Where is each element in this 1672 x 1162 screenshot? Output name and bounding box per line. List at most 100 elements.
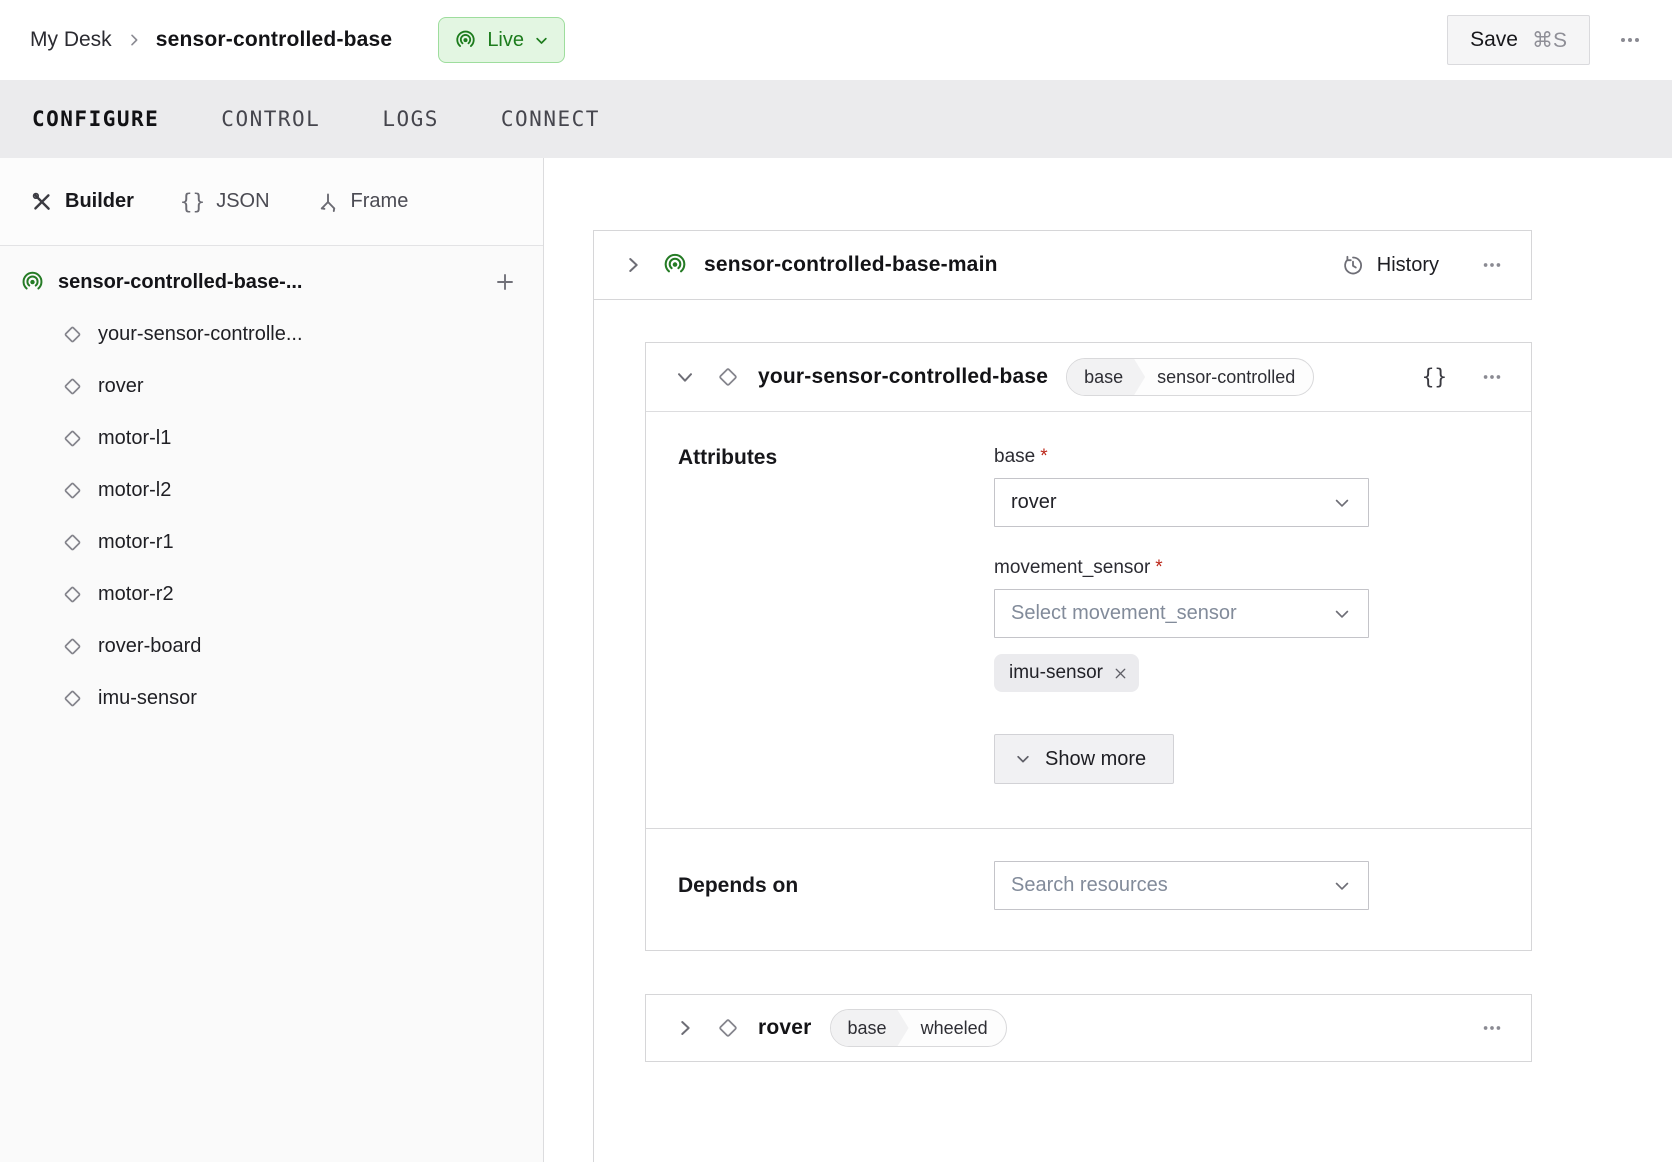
nesting-guide-line — [593, 299, 594, 1162]
tree-root-machine-part[interactable]: sensor-controlled-base-... — [20, 256, 517, 308]
resource-tree: sensor-controlled-base-... your-sensor-c… — [0, 246, 543, 724]
component-diamond-icon — [60, 686, 85, 711]
header-overflow-menu-icon[interactable] — [1618, 28, 1642, 52]
tree-item-label: rover — [98, 375, 144, 398]
mode-frame[interactable]: Frame — [316, 190, 409, 214]
part-card-title: sensor-controlled-base-main — [704, 253, 998, 277]
tree-item-imu-sensor[interactable]: imu-sensor — [20, 672, 517, 724]
component-type-badge: base sensor-controlled — [1066, 358, 1314, 396]
field-movement-sensor-label: movement_sensor* — [994, 557, 1369, 579]
tab-connect[interactable]: CONNECT — [501, 107, 600, 131]
base-select[interactable]: rover — [994, 478, 1369, 527]
component-card-header: your-sensor-controlled-base base sensor-… — [646, 343, 1531, 412]
mode-json[interactable]: {} JSON — [180, 190, 270, 214]
tab-configure[interactable]: CONFIGURE — [32, 107, 159, 131]
attributes-heading: Attributes — [678, 446, 994, 784]
live-status-dropdown[interactable]: Live — [438, 17, 565, 63]
badge-type: base — [831, 1010, 909, 1046]
history-button[interactable]: History — [1341, 253, 1439, 277]
component-card-your-sensor-controlled-base: your-sensor-controlled-base base sensor-… — [645, 342, 1532, 951]
tree-item-label: motor-r1 — [98, 531, 174, 554]
save-button-label: Save — [1470, 28, 1518, 52]
movement-sensor-select[interactable]: Select movement_sensor — [994, 589, 1369, 638]
breadcrumb: My Desk sensor-controlled-base — [30, 28, 392, 52]
save-button[interactable]: Save ⌘S — [1447, 15, 1590, 65]
mode-builder-label: Builder — [65, 190, 134, 213]
movement-sensor-placeholder: Select movement_sensor — [1011, 602, 1237, 625]
chevron-down-icon — [1014, 750, 1032, 768]
component-diamond-icon — [714, 363, 742, 391]
chip-remove-icon[interactable] — [1112, 665, 1129, 682]
tab-control[interactable]: CONTROL — [221, 107, 320, 131]
show-more-label: Show more — [1045, 748, 1146, 771]
tree-item-rover-board[interactable]: rover-board — [20, 620, 517, 672]
depends-on-section: Depends on Search resources — [646, 828, 1531, 950]
chevron-down-icon — [1332, 604, 1352, 624]
show-more-button[interactable]: Show more — [994, 734, 1174, 784]
view-mode-bar: Builder {} JSON Frame — [0, 158, 543, 246]
depends-on-heading: Depends on — [678, 874, 994, 898]
depends-on-select[interactable]: Search resources — [994, 861, 1369, 910]
tree-item-your-sensor-controlled[interactable]: your-sensor-controlle... — [20, 308, 517, 360]
expand-chevron-right-icon[interactable] — [622, 254, 644, 276]
chevron-down-icon — [1332, 493, 1352, 513]
component-card-menu-icon[interactable] — [1481, 366, 1503, 388]
tree-item-motor-r2[interactable]: motor-r2 — [20, 568, 517, 620]
component-diamond-icon — [60, 478, 85, 503]
history-label: History — [1377, 254, 1439, 277]
mode-json-label: JSON — [216, 190, 269, 213]
online-broadcast-icon — [454, 29, 477, 52]
depends-on-placeholder: Search resources — [1011, 874, 1168, 897]
component-card-title: your-sensor-controlled-base — [758, 365, 1048, 389]
chevron-down-icon — [534, 33, 549, 48]
tree-root-label: sensor-controlled-base-... — [58, 271, 303, 294]
rover-card-menu-icon[interactable] — [1481, 1017, 1503, 1039]
breadcrumb-parent-link[interactable]: My Desk — [30, 28, 112, 52]
collapse-chevron-down-icon[interactable] — [674, 366, 696, 388]
component-type-badge: base wheeled — [830, 1009, 1007, 1047]
tree-item-label: rover-board — [98, 635, 201, 658]
badge-model: sensor-controlled — [1145, 359, 1313, 395]
tree-item-label: motor-l1 — [98, 427, 171, 450]
builder-tools-icon — [30, 190, 54, 214]
field-base: base* rover — [994, 446, 1369, 527]
badge-type: base — [1067, 359, 1145, 395]
history-clock-icon — [1341, 253, 1365, 277]
edit-json-braces-icon[interactable]: {} — [1422, 365, 1447, 389]
tree-item-label: your-sensor-controlle... — [98, 323, 303, 346]
live-badge-label: Live — [487, 29, 524, 52]
curly-braces-icon: {} — [180, 190, 205, 214]
add-component-icon[interactable] — [493, 270, 517, 294]
save-shortcut-hint: ⌘S — [1532, 28, 1567, 53]
component-diamond-icon — [60, 374, 85, 399]
chevron-down-icon — [1332, 876, 1352, 896]
badge-model: wheeled — [909, 1010, 1006, 1046]
expand-chevron-right-icon[interactable] — [674, 1017, 696, 1039]
component-diamond-icon — [60, 426, 85, 451]
mode-builder[interactable]: Builder — [30, 190, 134, 214]
chip-imu-sensor: imu-sensor — [994, 654, 1139, 692]
tree-item-motor-r1[interactable]: motor-r1 — [20, 516, 517, 568]
field-movement-sensor: movement_sensor* Select movement_sensor … — [994, 557, 1369, 692]
component-diamond-icon — [60, 530, 85, 555]
tree-item-motor-l2[interactable]: motor-l2 — [20, 464, 517, 516]
online-broadcast-icon — [662, 252, 688, 278]
tree-item-motor-l1[interactable]: motor-l1 — [20, 412, 517, 464]
online-broadcast-icon — [20, 270, 45, 295]
machine-tab-bar: CONFIGURE CONTROL LOGS CONNECT — [0, 80, 1672, 158]
tree-item-rover[interactable]: rover — [20, 360, 517, 412]
config-main-panel: sensor-controlled-base-main History — [544, 158, 1672, 1162]
tab-logs[interactable]: LOGS — [382, 107, 439, 131]
tree-item-label: motor-l2 — [98, 479, 171, 502]
required-asterisk: * — [1040, 446, 1047, 467]
field-base-label: base* — [994, 446, 1369, 468]
component-diamond-icon — [60, 582, 85, 607]
part-card-menu-icon[interactable] — [1481, 254, 1503, 276]
base-select-value: rover — [1011, 491, 1057, 514]
rover-card-title: rover — [758, 1016, 812, 1040]
required-asterisk: * — [1155, 557, 1162, 578]
part-card: sensor-controlled-base-main History — [593, 230, 1532, 300]
chip-label: imu-sensor — [1009, 662, 1103, 684]
breadcrumb-current: sensor-controlled-base — [156, 28, 393, 52]
mode-frame-label: Frame — [351, 190, 409, 213]
